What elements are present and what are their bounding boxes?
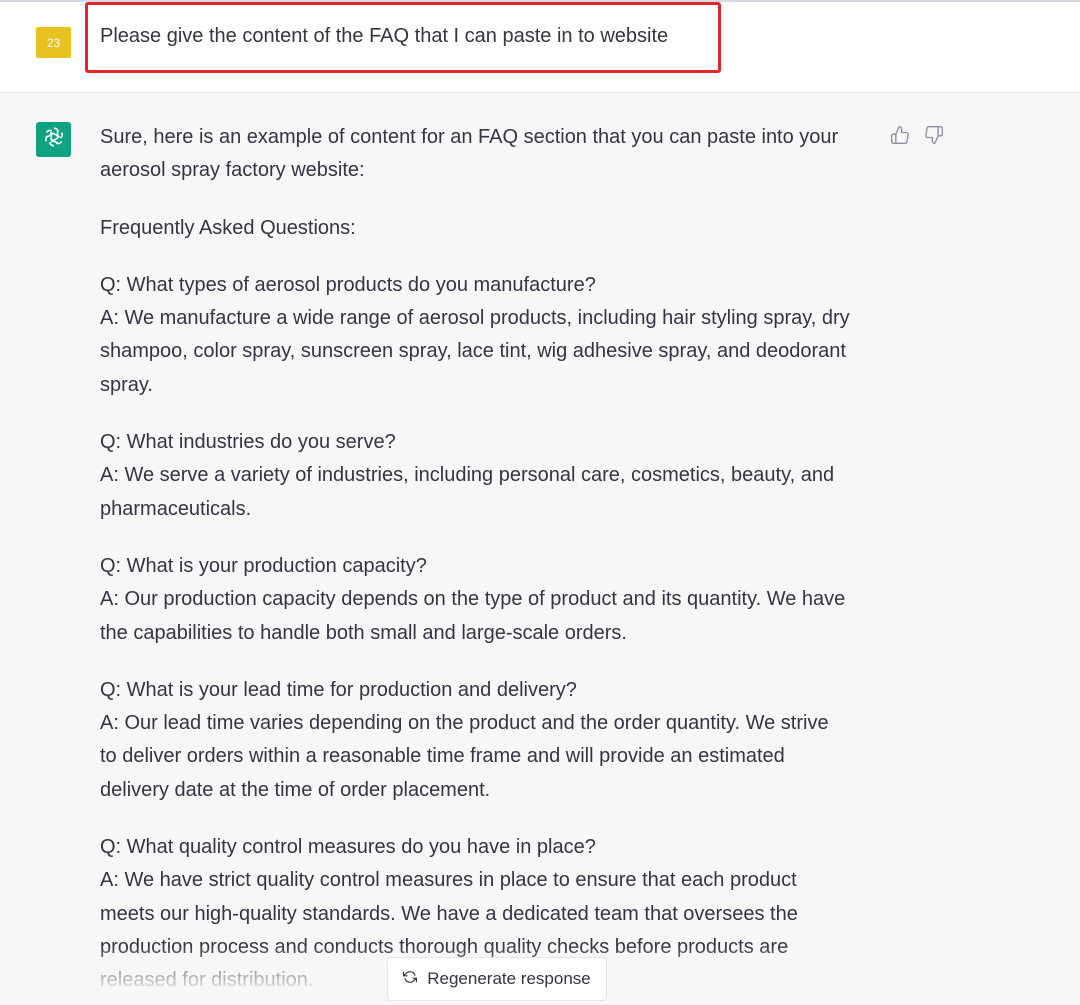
- response-line: A: We have strict quality control measur…: [100, 869, 797, 892]
- response-line: Q: What is your lead time for production…: [100, 678, 577, 701]
- response-paragraph: Q: What industries do you serve? A: We se…: [100, 426, 890, 526]
- response-line: A: Our lead time varies depending on the…: [100, 712, 829, 735]
- response-paragraph: Sure, here is an example of content for …: [100, 121, 890, 188]
- response-line: shampoo, color spray, sunscreen spray, l…: [100, 340, 846, 363]
- response-line: Frequently Asked Questions:: [100, 216, 356, 239]
- response-paragraph: Q: What types of aerosol products do you…: [100, 269, 890, 402]
- assistant-message-row: Sure, here is an example of content for …: [0, 93, 1080, 1005]
- assistant-avatar: [36, 122, 71, 157]
- response-line: Q: What types of aerosol products do you…: [100, 273, 596, 296]
- refresh-icon: [403, 969, 418, 989]
- response-line: the capabilities to handle both small an…: [100, 621, 627, 644]
- response-line: meets our high-quality standards. We hav…: [100, 902, 798, 925]
- response-line: pharmaceuticals.: [100, 497, 252, 520]
- user-message-text: Please give the content of the FAQ that …: [100, 25, 669, 47]
- openai-logo-icon: [42, 125, 66, 154]
- response-paragraph: Frequently Asked Questions:: [100, 212, 890, 245]
- chat-page: 23 Please give the content of the FAQ th…: [0, 0, 1080, 1005]
- response-line: spray.: [100, 373, 153, 396]
- response-line: Q: What industries do you serve?: [100, 431, 396, 454]
- thumbs-up-icon[interactable]: [889, 124, 911, 146]
- response-line: A: We manufacture a wide range of aeroso…: [100, 307, 850, 330]
- user-avatar-label: 23: [46, 35, 61, 50]
- response-line: Q: What is your production capacity?: [100, 554, 427, 577]
- response-line: to deliver orders within a reasonable ti…: [100, 745, 785, 768]
- user-message-row: 23 Please give the content of the FAQ th…: [0, 2, 1080, 93]
- response-line: delivery date at the time of order place…: [100, 778, 491, 801]
- response-line: Sure, here is an example of content for …: [100, 126, 839, 148]
- regenerate-label: Regenerate response: [427, 969, 591, 988]
- user-avatar: 23: [36, 27, 71, 58]
- response-paragraph: Q: What is your production capacity? A: O…: [100, 550, 890, 650]
- assistant-response-text: Sure, here is an example of content for …: [100, 121, 890, 1005]
- feedback-controls: [889, 124, 945, 146]
- response-line: Q: What quality control measures do you …: [100, 836, 596, 859]
- thumbs-down-icon[interactable]: [923, 124, 945, 146]
- response-paragraph: Q: What is your lead time for production…: [100, 674, 890, 807]
- response-line: A: Our production capacity depends on th…: [100, 588, 846, 611]
- regenerate-response-button[interactable]: Regenerate response: [387, 957, 607, 1001]
- response-line: aerosol spray factory website:: [100, 159, 365, 182]
- response-line: A: We serve a variety of industries, inc…: [100, 464, 835, 487]
